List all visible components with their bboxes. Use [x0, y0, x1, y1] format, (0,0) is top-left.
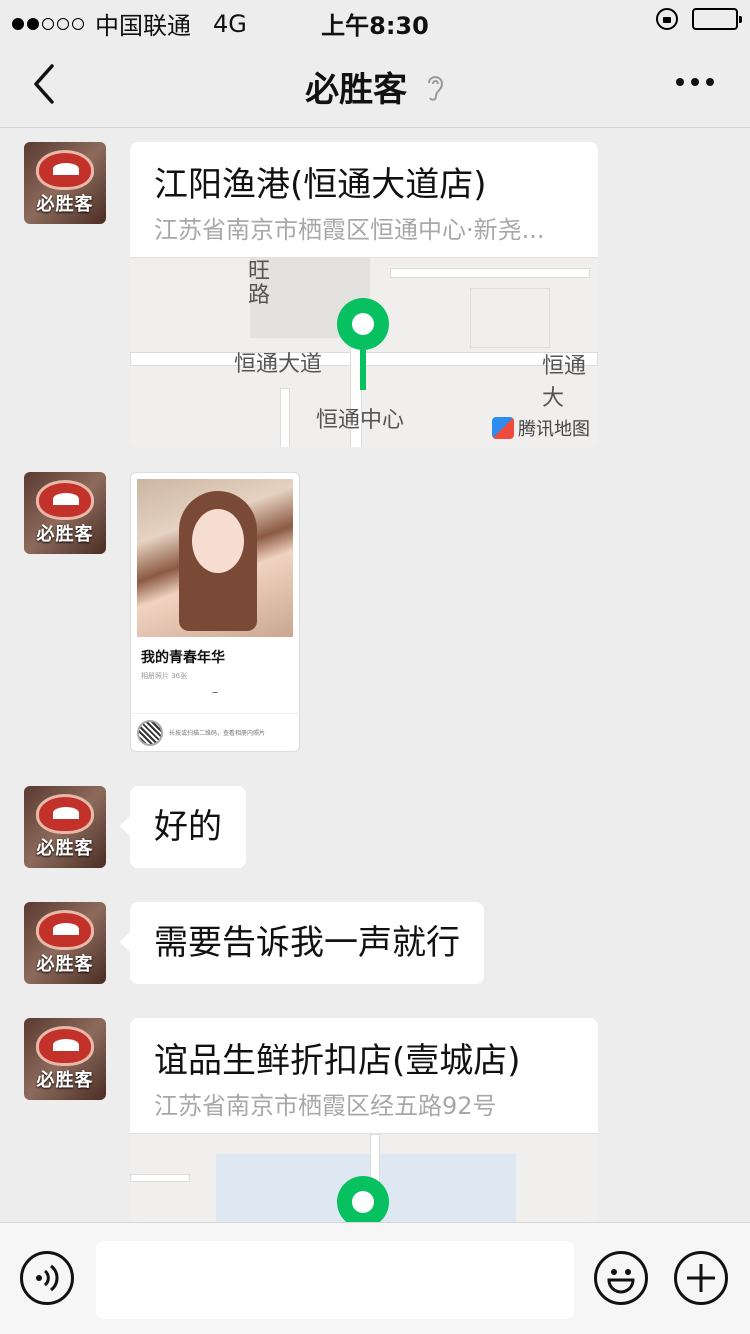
location-title: 江阳渔港(恒通大道店) — [154, 165, 487, 205]
status-bar: 中国联通 4G 上午8:30 — [0, 0, 750, 40]
rotation-lock-icon — [656, 8, 678, 30]
map-pin-icon — [337, 298, 389, 390]
voice-icon[interactable] — [20, 1251, 74, 1305]
map-preview — [130, 1133, 598, 1222]
plus-icon[interactable] — [674, 1251, 728, 1305]
album-footer: 长按或扫描二维码，查看相册内照片 — [131, 713, 299, 751]
status-time: 上午8:30 — [321, 12, 429, 40]
message-input[interactable] — [96, 1241, 574, 1319]
tencent-map-icon — [492, 417, 514, 439]
map-label: 恒通大 — [542, 354, 587, 411]
avatar[interactable]: 必胜客 — [24, 786, 106, 868]
album-subtitle: 相册照片 36张 — [141, 672, 188, 680]
avatar[interactable]: 必胜客 — [24, 472, 106, 554]
location-address: 江苏省南京市栖霞区经五路92号 — [154, 1092, 497, 1120]
map-pin-icon — [337, 1176, 389, 1222]
input-bar — [0, 1222, 750, 1334]
emoji-icon[interactable] — [594, 1251, 648, 1305]
map-label: 旺路 — [248, 259, 271, 308]
location-title: 谊品生鲜折扣店(壹城店) — [154, 1041, 521, 1081]
map-preview: 旺路 恒通大道 恒通中心 恒通大 腾讯地图 — [130, 257, 598, 447]
map-label: 恒通大道 — [234, 352, 323, 377]
location-card[interactable]: 谊品生鲜折扣店(壹城店) 江苏省南京市栖霞区经五路92号 — [130, 1018, 598, 1222]
more-icon[interactable] — [669, 78, 714, 86]
qr-code-icon — [137, 719, 163, 746]
chat-title: 必胜客 — [305, 70, 408, 110]
album-title: 我的青春年华 — [141, 650, 225, 666]
ear-icon — [425, 72, 445, 112]
photo-album-card[interactable]: 我的青春年华 相册照片 36张 – 长按或扫描二维码，查看相册内照片 — [130, 472, 300, 752]
location-address: 江苏省南京市栖霞区恒通中心·新尧... — [154, 216, 545, 244]
text-bubble[interactable]: 好的 — [120, 786, 246, 868]
album-photo — [137, 479, 293, 637]
nav-bar: 必胜客 — [0, 40, 750, 128]
map-provider: 腾讯地图 — [492, 415, 590, 441]
album-dash: – — [212, 685, 218, 699]
map-label: 恒通中心 — [316, 408, 405, 433]
battery-icon — [692, 8, 742, 30]
text-bubble[interactable]: 需要告诉我一声就行 — [120, 902, 484, 984]
avatar[interactable]: 必胜客 — [24, 902, 106, 984]
avatar[interactable]: 必胜客 — [24, 1018, 106, 1100]
location-card[interactable]: 江阳渔港(恒通大道店) 江苏省南京市栖霞区恒通中心·新尧... 旺路 恒通大道 … — [130, 142, 598, 447]
avatar[interactable]: 必胜客 — [24, 142, 106, 224]
